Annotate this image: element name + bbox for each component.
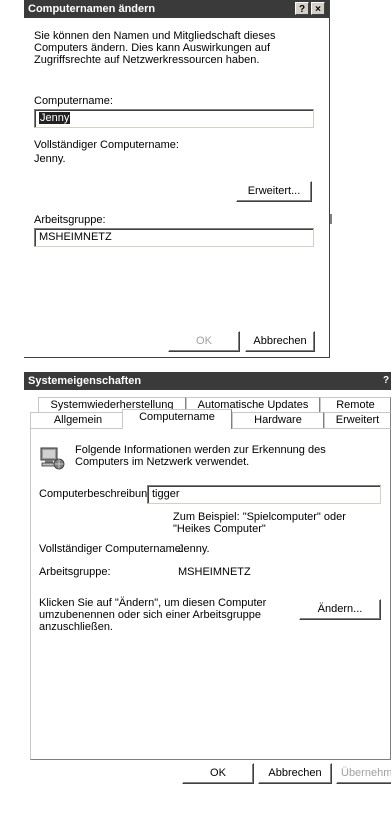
tab-panel: Folgende Informationen werden zur Erkenn… <box>30 428 391 760</box>
workgroup-value: MSHEIMNETZ <box>178 566 251 578</box>
full-name-value: Jenny. <box>178 543 210 555</box>
tab-hardware[interactable]: Hardware <box>232 412 324 429</box>
description-label: Computerbeschreibung: <box>39 488 157 500</box>
tab-computername[interactable]: Computername <box>122 409 232 429</box>
info-text: Folgende Informationen werden zur Erkenn… <box>75 444 326 468</box>
dialog-title: Systemeigenschaften <box>28 375 142 387</box>
title-bar: Computernamen ändern ? × <box>24 0 329 18</box>
computer-name-label: Computername: <box>34 95 113 107</box>
help-button[interactable]: ? <box>379 374 391 387</box>
help-button[interactable]: ? <box>295 2 309 15</box>
description-text: Sie können den Namen und Mitgliedschaft … <box>34 30 276 66</box>
dialog-title: Computernamen ändern <box>28 3 156 15</box>
ok-button[interactable]: OK <box>168 331 240 352</box>
tab-allgemein[interactable]: Allgemein <box>30 412 126 429</box>
system-properties-dialog: Systemeigenschaften ? Systemwiederherste… <box>24 372 391 815</box>
title-bar: Systemeigenschaften ? <box>24 372 391 390</box>
computer-network-icon <box>40 447 65 470</box>
close-button[interactable]: × <box>311 2 325 15</box>
cancel-button[interactable]: Abbrechen <box>245 331 315 352</box>
workgroup-input[interactable]: MSHEIMNETZ <box>34 228 314 247</box>
cancel-button[interactable]: Abbrechen <box>258 763 332 784</box>
computer-name-value: Jenny <box>39 112 71 124</box>
ok-button[interactable]: OK <box>182 763 254 784</box>
workgroup-label: Arbeitsgruppe: <box>39 566 111 578</box>
background-edge <box>330 214 332 224</box>
workgroup-label: Arbeitsgruppe: <box>34 214 106 226</box>
full-name-value: Jenny. <box>34 153 66 165</box>
apply-button[interactable]: Übernehmen <box>336 763 391 784</box>
full-name-label: Vollständiger Computername: <box>34 139 179 151</box>
tab-erweitert[interactable]: Erweitert <box>324 412 391 429</box>
rename-computer-dialog: Computernamen ändern ? × Sie können den … <box>24 0 330 358</box>
description-input[interactable]: tigger <box>147 485 381 504</box>
example-text: Zum Beispiel: "Spielcomputer" oder "Heik… <box>173 511 346 535</box>
advanced-button[interactable]: Erweitert... <box>236 181 312 202</box>
computer-name-input[interactable]: Jenny <box>34 109 314 128</box>
full-name-label: Vollständiger Computername: <box>39 543 184 555</box>
change-button[interactable]: Ändern... <box>299 599 381 620</box>
change-instructions: Klicken Sie auf "Ändern", um diesen Comp… <box>39 597 267 633</box>
